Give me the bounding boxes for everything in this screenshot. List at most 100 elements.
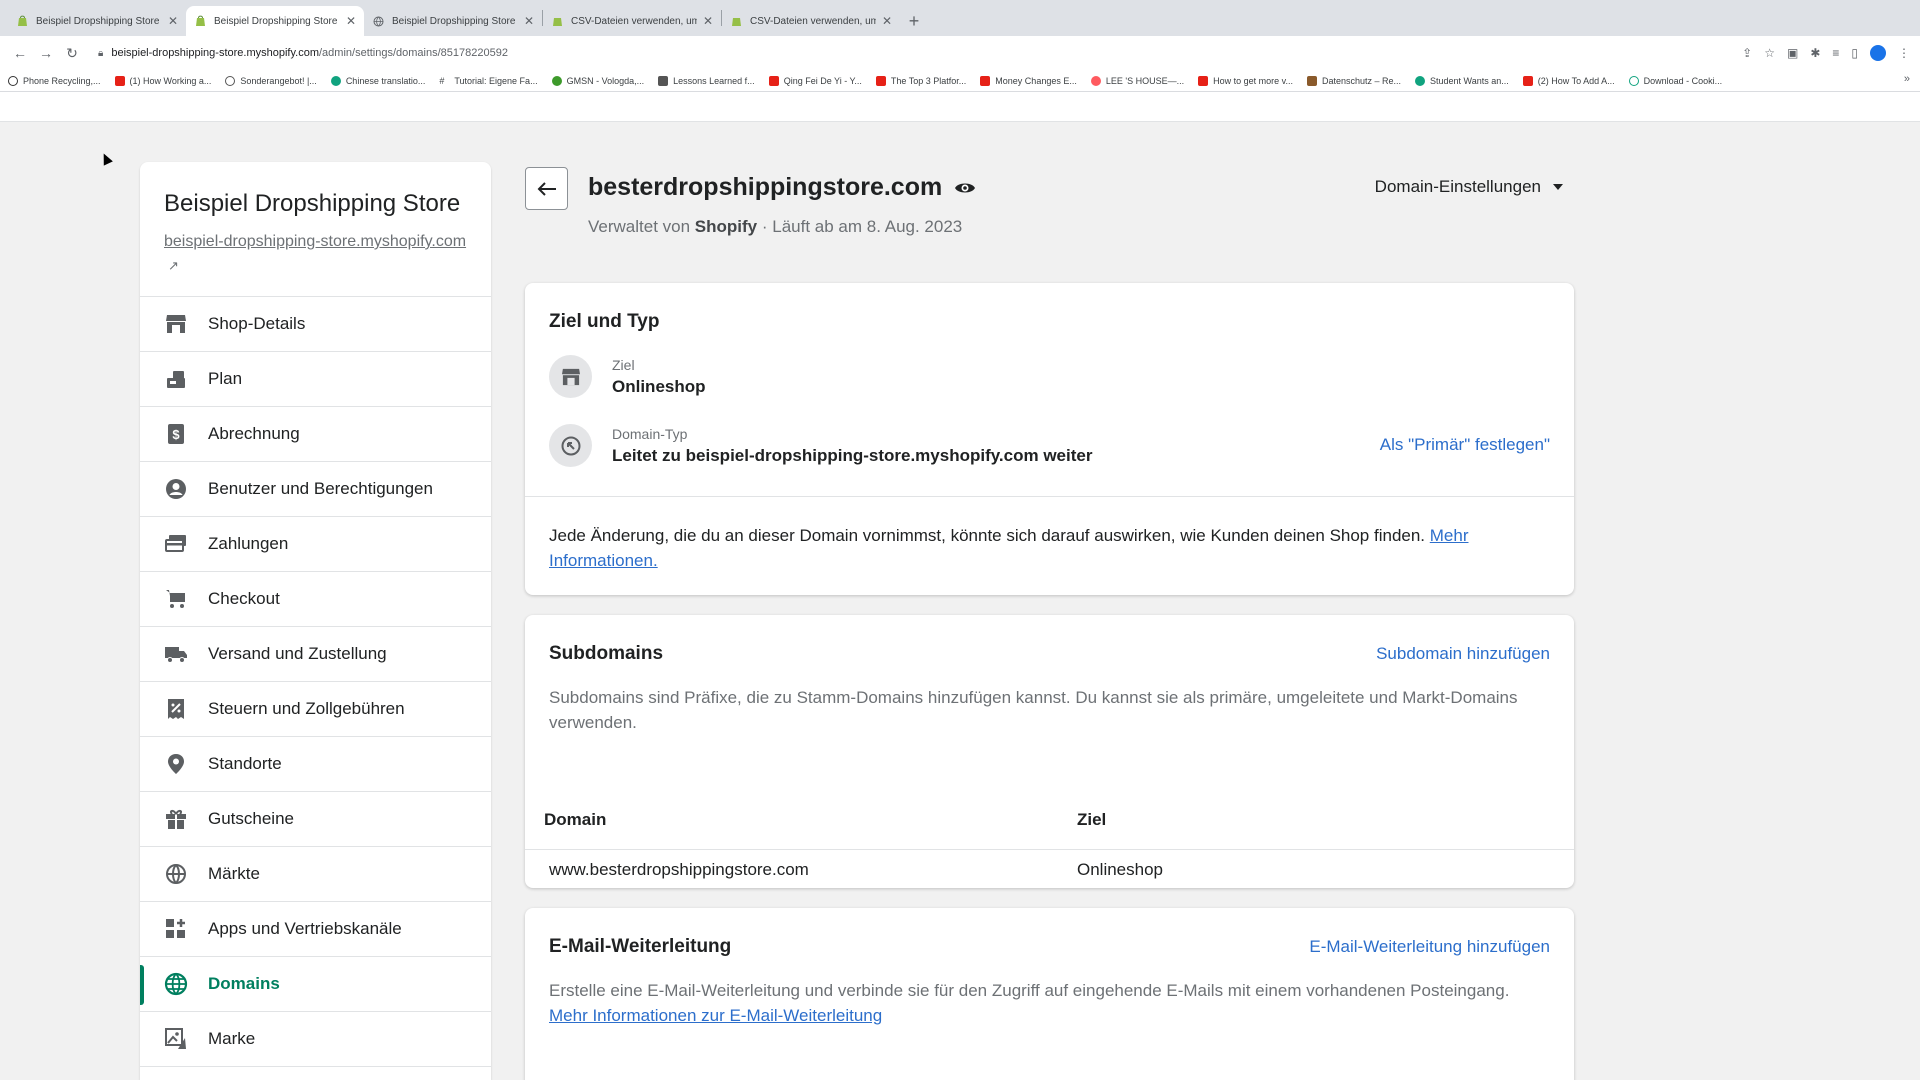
url-path: /admin/settings/domains/85178220592 — [319, 47, 508, 59]
bookmark-item[interactable]: Qing Fei De Yi - Y... — [768, 75, 862, 86]
browser-tab-active[interactable]: Beispiel Dropshipping Store · D ✕ — [186, 6, 364, 36]
billing-icon: $ — [164, 422, 188, 446]
sidebar-item-locations[interactable]: Standorte — [140, 737, 491, 792]
youtube-icon — [1198, 75, 1209, 86]
add-subdomain-link[interactable]: Subdomain hinzufügen — [1376, 644, 1550, 664]
card-title: Ziel und Typ — [549, 311, 660, 332]
address-bar[interactable]: 🔒︎ beispiel-dropshipping-store.myshopify… — [98, 41, 1742, 65]
bookmark-item[interactable]: How to get more v... — [1198, 75, 1293, 86]
close-tab-icon[interactable]: ✕ — [346, 14, 356, 28]
profile-avatar[interactable] — [1870, 45, 1886, 61]
bookmark-item[interactable]: Lessons Learned f... — [658, 75, 755, 86]
bookmark-item[interactable]: GMSN - Vologda,... — [551, 75, 644, 86]
admin-topbar — [0, 92, 1920, 122]
bookmark-favicon-icon — [8, 75, 18, 86]
bookmark-favicon-icon — [1306, 75, 1317, 86]
sidebar-item-billing[interactable]: $ Abrechnung — [140, 407, 491, 462]
forward-arrow-icon[interactable]: → — [36, 43, 56, 63]
add-email-forwarding-link[interactable]: E-Mail-Weiterleitung hinzufügen — [1309, 937, 1550, 957]
extension-f-icon[interactable]: ▣ — [1787, 46, 1798, 60]
sidebar-item-checkout[interactable]: Checkout — [140, 572, 491, 627]
subdomains-description: Subdomains sind Präfixe, die zu Stamm-Do… — [549, 688, 1518, 732]
store-url-link[interactable]: beispiel-dropshipping-store.myshopify.co… — [164, 230, 467, 278]
back-button[interactable] — [525, 167, 568, 210]
bookmark-favicon-icon — [551, 75, 562, 86]
bookmark-item[interactable]: (1) How Working a... — [114, 75, 211, 86]
table-row[interactable]: www.besterdropshippingstore.com Onlinesh… — [525, 851, 1574, 888]
tab-title: Beispiel Dropshipping Store · D — [36, 15, 162, 27]
globe-icon — [164, 862, 188, 886]
page-subtitle: Verwaltet von Shopify · Läuft ab am 8. A… — [588, 217, 963, 236]
table-header: Domain Ziel — [525, 790, 1574, 850]
brand-icon — [164, 1027, 188, 1051]
youtube-icon — [1522, 75, 1533, 86]
lock-icon: 🔒︎ — [98, 47, 104, 59]
eye-icon[interactable] — [954, 180, 976, 196]
close-tab-icon[interactable]: ✕ — [882, 14, 892, 28]
sidebar-item-apps[interactable]: Apps und Vertriebskanäle — [140, 902, 491, 957]
bookmarks-overflow-icon[interactable]: » — [1904, 73, 1910, 85]
sidebar-item-plan[interactable]: Plan — [140, 352, 491, 407]
close-tab-icon[interactable]: ✕ — [703, 14, 713, 28]
close-tab-icon[interactable]: ✕ — [524, 14, 534, 28]
bookmark-item[interactable]: Student Wants an... — [1415, 75, 1509, 86]
menu-kebab-icon[interactable]: ⋮ — [1898, 46, 1910, 60]
sidebar-item-users[interactable]: Benutzer und Berechtigungen — [140, 462, 491, 517]
browser-tabbar: Beispiel Dropshipping Store · D ✕ Beispi… — [0, 0, 1920, 36]
shopify-favicon-icon — [16, 15, 28, 27]
cell-domain: www.besterdropshippingstore.com — [549, 859, 809, 879]
redirect-circle-icon — [549, 424, 592, 467]
domain-settings-dropdown[interactable]: Domain-Einstellungen — [1375, 177, 1563, 197]
sidebar-item-payments[interactable]: Zahlungen — [140, 517, 491, 572]
browser-tab[interactable]: Beispiel Dropshipping Store · D ✕ — [8, 6, 186, 36]
domain-type-row: Domain-Typ Leitet zu beispiel-dropshippi… — [549, 424, 1550, 467]
back-arrow-icon[interactable]: ← — [10, 43, 30, 63]
star-icon[interactable]: ☆ — [1764, 46, 1775, 60]
plan-icon — [164, 367, 188, 391]
tab-title: Beispiel Dropshipping Store · D — [214, 15, 340, 27]
puzzle-icon[interactable]: ✱ — [1810, 46, 1820, 60]
reload-icon[interactable]: ↻ — [62, 43, 82, 63]
bookmark-item[interactable]: (2) How To Add A... — [1522, 75, 1615, 86]
bookmark-item[interactable]: Money Changes E... — [980, 75, 1077, 86]
sidepanel-icon[interactable]: ▯ — [1851, 46, 1858, 60]
email-forwarding-info-link[interactable]: Mehr Informationen zur E-Mail-Weiterleit… — [549, 1006, 882, 1025]
bookmark-item[interactable]: Datenschutz – Re... — [1306, 75, 1401, 86]
bookmark-item[interactable]: Phone Recycling,... — [8, 75, 101, 86]
bookmark-item[interactable]: The Top 3 Platfor... — [875, 75, 966, 86]
bookmark-item[interactable]: LEE 'S HOUSE—... — [1090, 75, 1184, 86]
store-name: Beispiel Dropshipping Store — [164, 190, 461, 217]
share-icon[interactable]: ⇪ — [1742, 46, 1752, 60]
url-host: beispiel-dropshipping-store.myshopify.co… — [111, 47, 319, 59]
location-icon — [164, 752, 188, 776]
store-icon — [164, 312, 188, 336]
sidebar-item-markets[interactable]: Märkte — [140, 847, 491, 902]
tab-title: CSV-Dateien verwenden, um P — [571, 15, 697, 27]
browser-tab[interactable]: CSV-Dateien verwenden, um P ✕ — [722, 6, 900, 36]
sidebar-item-gift-cards[interactable]: Gutscheine — [140, 792, 491, 847]
bookmark-item[interactable]: Download - Cooki... — [1628, 75, 1722, 86]
sidebar-item-taxes[interactable]: Steuern und Zollgebühren — [140, 682, 491, 737]
bookmark-item[interactable]: Chinese translatio... — [330, 75, 425, 86]
set-primary-link[interactable]: Als "Primär" festlegen" — [1380, 435, 1550, 455]
sidebar-item-shipping[interactable]: Versand und Zustellung — [140, 627, 491, 682]
youtube-icon — [875, 75, 886, 86]
close-tab-icon[interactable]: ✕ — [168, 14, 178, 28]
sidebar-item-brand[interactable]: Marke — [140, 1012, 491, 1067]
youtube-icon — [768, 75, 779, 86]
shopify-favicon-icon — [551, 15, 563, 27]
tab-title: CSV-Dateien verwenden, um P — [750, 15, 876, 27]
browser-tab[interactable]: CSV-Dateien verwenden, um P ✕ — [543, 6, 721, 36]
settings-sidebar: Beispiel Dropshipping Store beispiel-dro… — [140, 162, 491, 1080]
media-icon[interactable]: ≡ — [1832, 46, 1839, 60]
mouse-cursor — [99, 151, 113, 166]
sidebar-item-more[interactable] — [140, 1067, 491, 1080]
sidebar-item-domains[interactable]: Domains — [140, 957, 491, 1012]
sidebar-item-shop-details[interactable]: Shop-Details — [140, 297, 491, 352]
globe-favicon-icon — [372, 15, 384, 27]
new-tab-button[interactable]: + — [900, 6, 928, 36]
bookmark-item[interactable]: # Tutorial: Eigene Fa... — [439, 76, 537, 86]
browser-tab[interactable]: Beispiel Dropshipping Store ✕ — [364, 6, 542, 36]
page-title: besterdropshippingstore.com — [588, 173, 976, 202]
bookmark-item[interactable]: Sonderangebot! |... — [225, 75, 317, 86]
